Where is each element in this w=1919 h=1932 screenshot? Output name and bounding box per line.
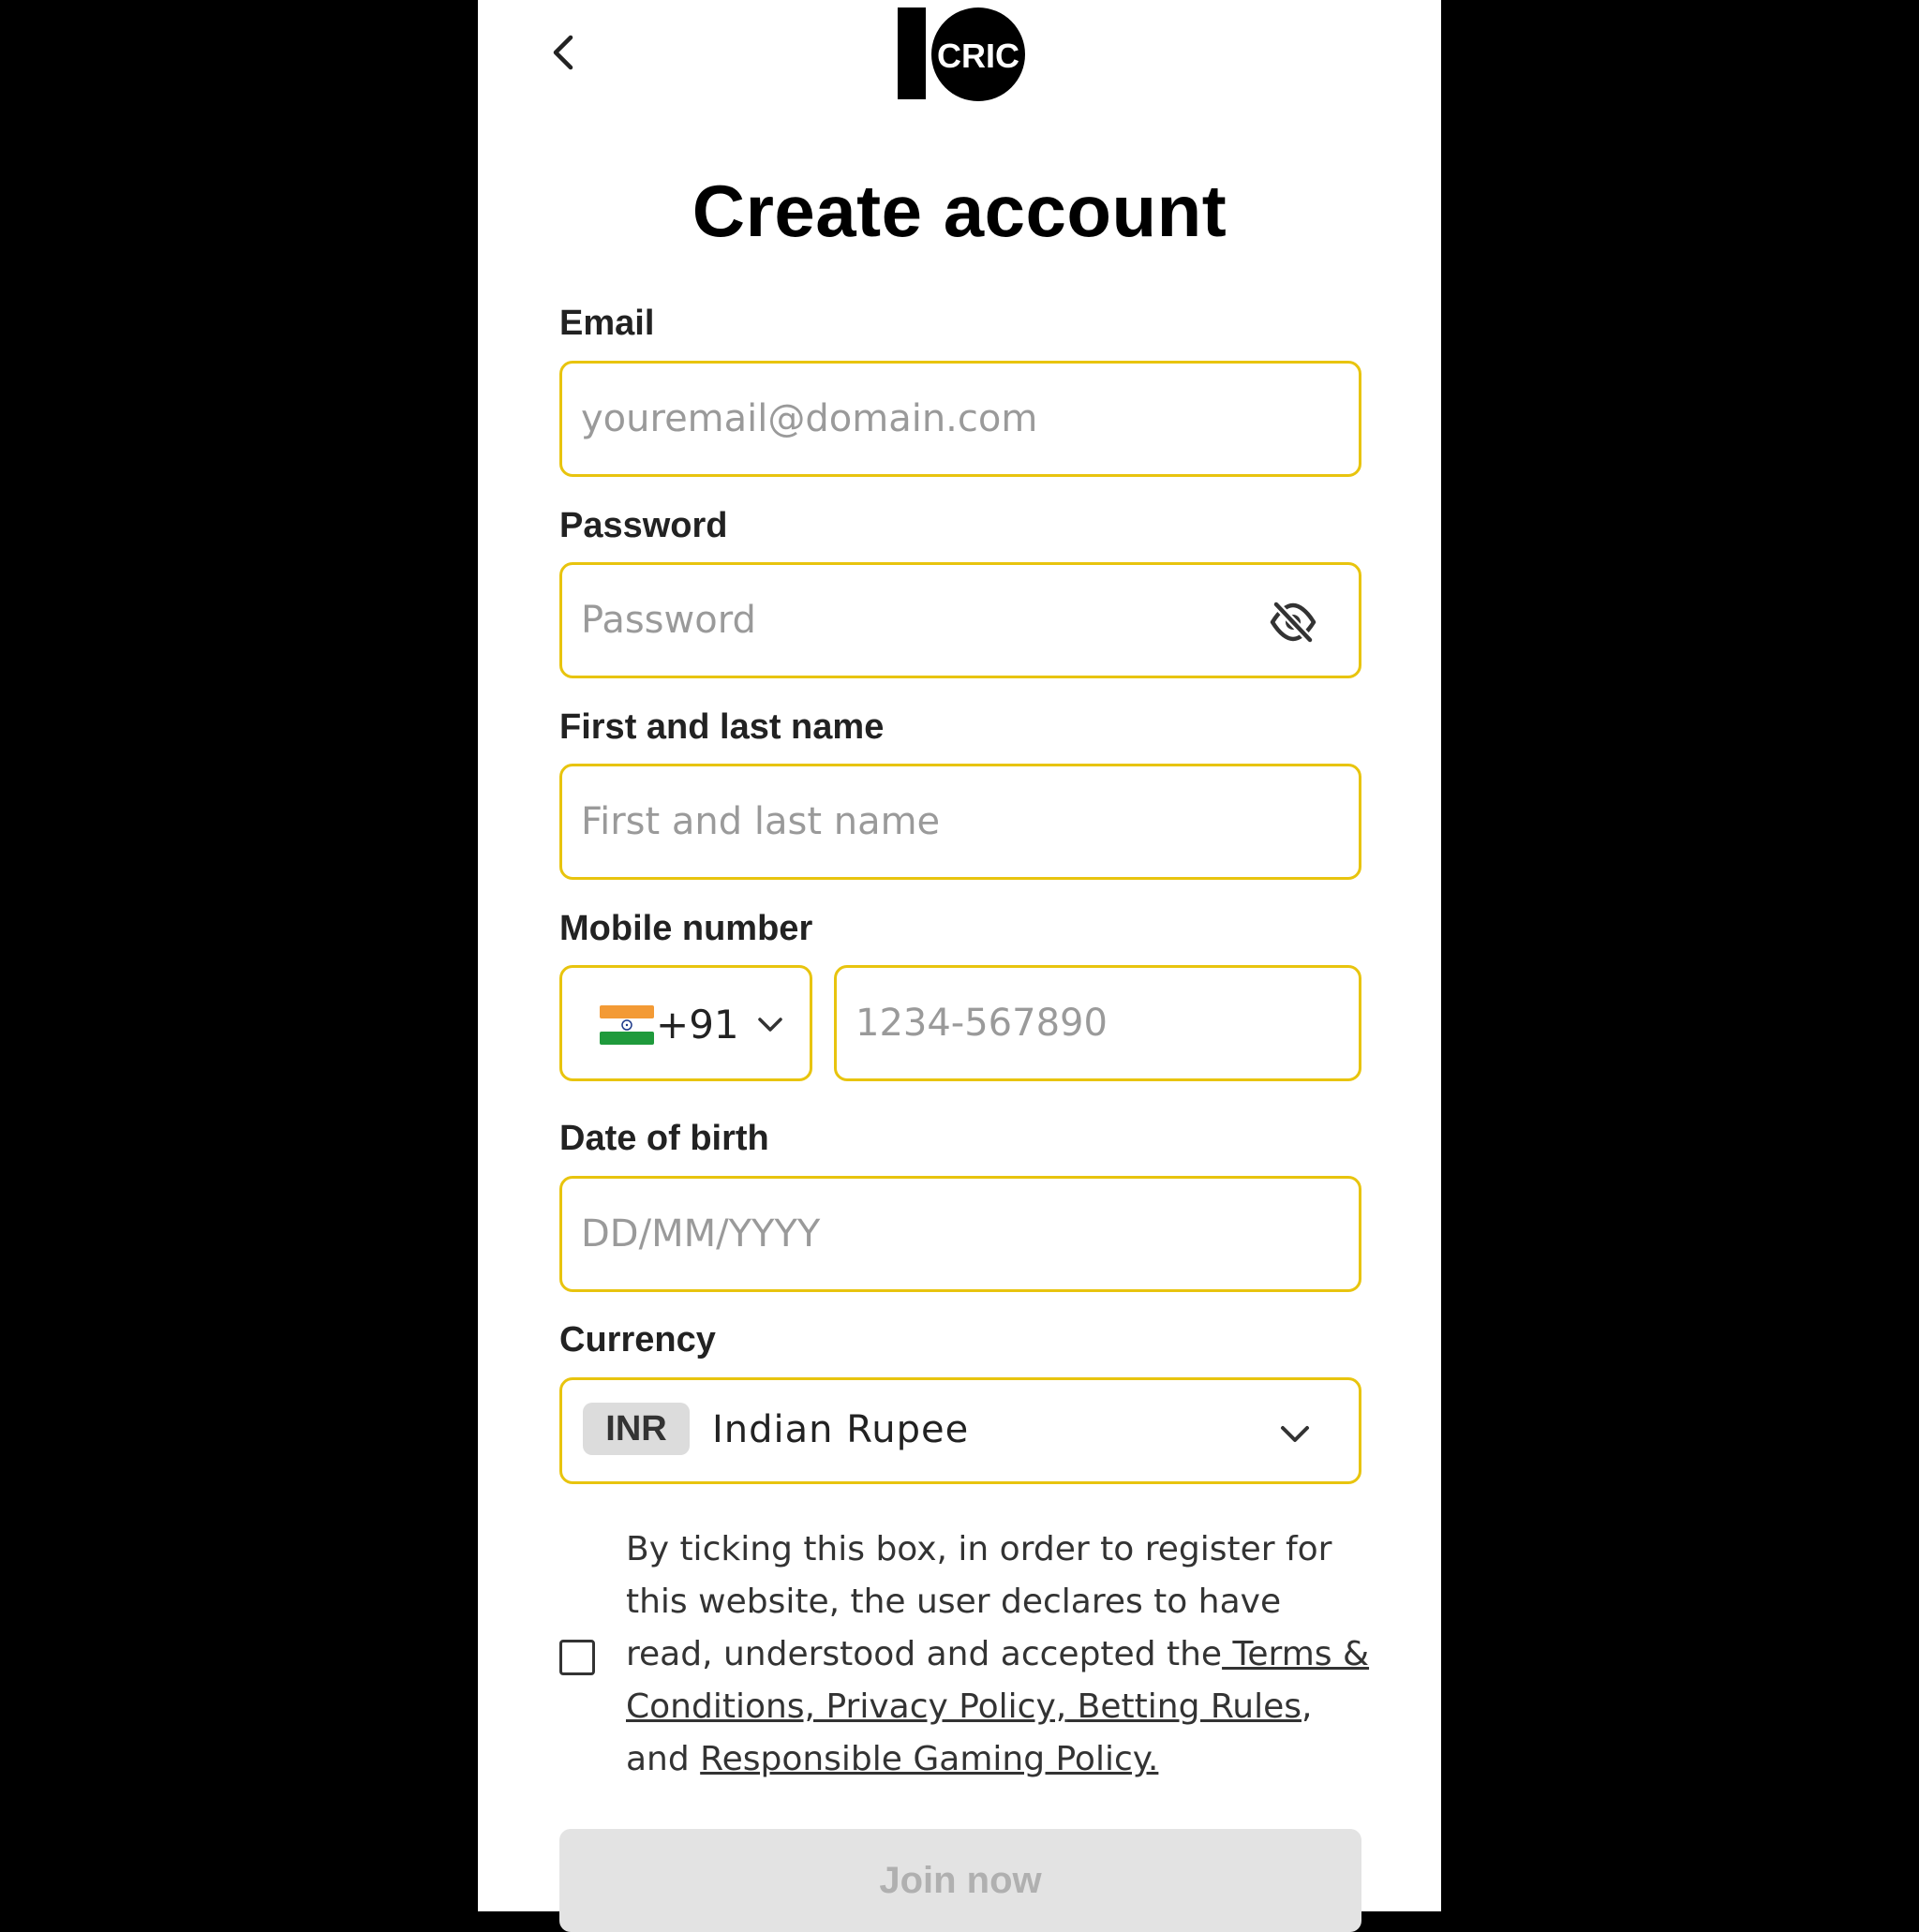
chevron-down-icon xyxy=(758,1018,782,1032)
currency-label: Currency xyxy=(559,1320,716,1360)
chevron-down-icon xyxy=(1281,1426,1309,1442)
mobile-label: Mobile number xyxy=(559,909,813,948)
dob-field-box xyxy=(559,1176,1361,1292)
email-field-box xyxy=(559,361,1361,477)
privacy-policy-link[interactable]: Privacy Policy, xyxy=(815,1687,1066,1726)
name-field[interactable] xyxy=(581,766,1340,877)
consent-text: By ticking this box, in order to registe… xyxy=(626,1523,1376,1786)
mobile-number-field[interactable] xyxy=(855,968,1340,1078)
email-field[interactable] xyxy=(581,364,1340,474)
eye-off-icon[interactable] xyxy=(1269,601,1317,644)
betting-rules-link[interactable]: Betting Rules xyxy=(1066,1687,1302,1726)
name-field-box xyxy=(559,764,1361,880)
email-label: Email xyxy=(559,304,655,343)
signup-screen: CRIC Create account Email Password First… xyxy=(478,0,1441,1932)
join-now-button[interactable]: Join now xyxy=(559,1829,1361,1932)
svg-text:CRIC: CRIC xyxy=(937,37,1019,75)
country-code-select[interactable]: +91 xyxy=(559,965,812,1081)
india-flag-icon xyxy=(600,1005,654,1045)
currency-select[interactable]: INR Indian Rupee xyxy=(559,1377,1361,1484)
currency-name: Indian Rupee xyxy=(712,1408,970,1451)
password-field[interactable] xyxy=(581,565,1246,676)
10cric-logo: CRIC xyxy=(898,7,1025,101)
name-label: First and last name xyxy=(559,707,885,747)
dob-field[interactable] xyxy=(581,1179,1340,1289)
country-code-value: +91 xyxy=(656,1002,739,1048)
chevron-left-icon xyxy=(553,35,573,70)
responsible-gaming-link[interactable]: Responsible Gaming Policy. xyxy=(700,1740,1158,1778)
password-field-box xyxy=(559,562,1361,678)
back-button[interactable] xyxy=(534,32,590,73)
password-label: Password xyxy=(559,506,728,545)
page-title: Create account xyxy=(692,170,1227,252)
mobile-field-box xyxy=(834,965,1361,1081)
currency-code-badge: INR xyxy=(583,1403,690,1455)
terms-checkbox[interactable] xyxy=(559,1640,595,1675)
dob-label: Date of birth xyxy=(559,1119,769,1158)
